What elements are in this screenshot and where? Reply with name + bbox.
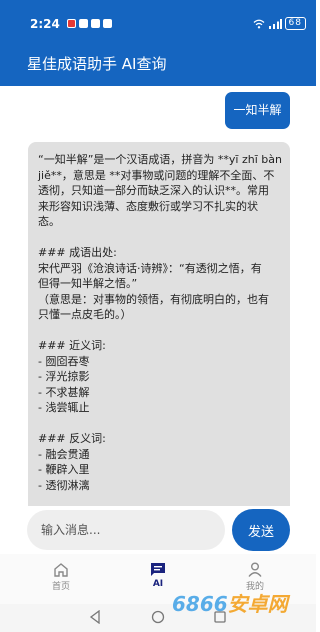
notification-app-icon — [67, 19, 76, 28]
nav-label-home: 首页 — [51, 582, 70, 592]
notification-icons — [67, 19, 112, 28]
bot-message-line: 只懂一点皮毛的。） — [38, 308, 132, 321]
message-spacer — [38, 416, 282, 432]
bot-message-line: 透彻，只知道一部分而缺乏深入的认识**。常用 — [38, 184, 269, 197]
app-title: 星佳成语助手 AI查询 — [27, 55, 167, 73]
message-spacer — [38, 230, 282, 246]
battery-icon: 68 — [284, 17, 306, 30]
message-spacer — [38, 323, 282, 339]
bot-message-line: - 鞭辟入里 — [38, 463, 90, 476]
bot-message-line: - 囫囵吞枣 — [38, 354, 90, 368]
watermark-suffix: 安卓网 — [227, 592, 288, 616]
bot-message-line: “一知半解”是一个汉语成语，拼音为 **yī zhī bàn — [38, 153, 282, 166]
status-time: 2:24 — [30, 17, 60, 31]
bot-message-line: （意思是：对事物的领悟，有彻底明白的，也有 — [38, 292, 269, 306]
bot-message-bubble: “一知半解”是一个汉语成语，拼音为 **yī zhī bàn jiě**，意思是 … — [28, 142, 290, 506]
app-bar: 星佳成语助手 AI查询 — [0, 38, 316, 86]
person-icon — [248, 562, 262, 577]
nav-item-home[interactable]: 首页 — [31, 562, 91, 592]
user-message-bubble: 一知半解 — [225, 92, 290, 129]
bot-message-line: 态。 — [38, 215, 60, 228]
bot-message-line: ### 近义词: — [38, 339, 106, 352]
back-icon[interactable] — [88, 610, 102, 624]
send-button[interactable]: 发送 — [232, 509, 290, 551]
message-input[interactable] — [27, 510, 225, 550]
bot-message-line: - 浮光掠影 — [38, 370, 90, 383]
notification-app-icon — [79, 19, 88, 28]
composer: 发送 — [0, 506, 316, 554]
nav-item-ai[interactable]: AI — [128, 562, 188, 589]
chat-icon — [151, 563, 165, 576]
status-bar: 2:24 68 — [0, 0, 316, 38]
watermark-digits: 6866 — [172, 592, 228, 616]
bot-message-line: ### 成语出处: — [38, 246, 117, 259]
bot-message-line: - 不求甚解 — [38, 385, 90, 399]
notification-app-icon — [91, 19, 100, 28]
bot-message-line: 来形容知识浅薄、态度敷衍或学习不扎实的状 — [38, 199, 258, 213]
bot-message-line: jiě**，意思是 **对事物或问题的理解不全面、不 — [38, 168, 275, 182]
signal-icon — [268, 18, 282, 29]
notification-app-icon — [103, 19, 112, 28]
bot-message-line: - 透彻淋漓 — [38, 478, 90, 492]
home-circle-icon[interactable] — [151, 610, 165, 624]
wifi-icon — [253, 19, 264, 28]
bot-message-line: - 浅尝辄止 — [38, 401, 90, 414]
bot-message-line: ### 反义词: — [38, 432, 106, 445]
bot-message-line: - 融会贯通 — [38, 447, 90, 461]
bot-message-line: 宋代严羽《沧浪诗话·诗辨》：“有透彻之悟，有 — [38, 261, 262, 275]
chat-area[interactable]: 一知半解 “一知半解”是一个汉语成语，拼音为 **yī zhī bàn jiě**… — [0, 86, 316, 506]
site-watermark: 6866安卓网 — [172, 588, 288, 617]
status-indicators: 68 — [253, 17, 306, 30]
home-icon — [54, 563, 68, 577]
bot-message-line: 但得一知半解之悟。” — [38, 277, 138, 290]
